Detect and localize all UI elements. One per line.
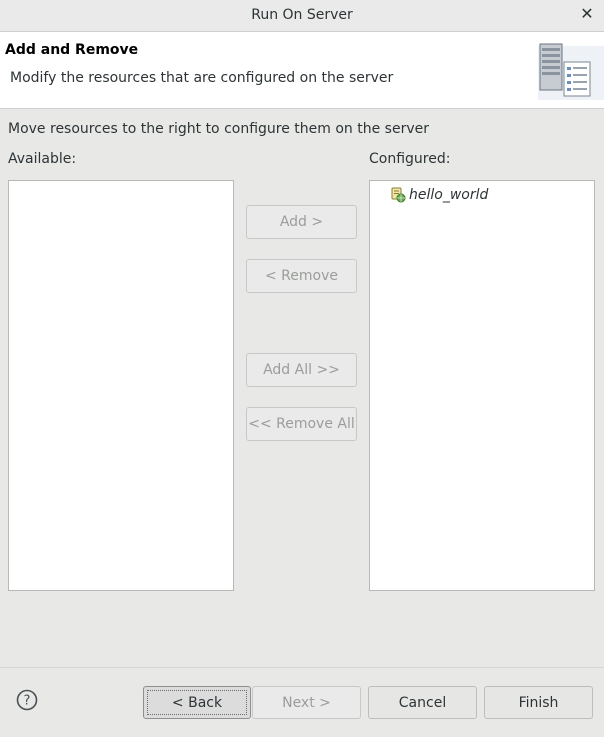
available-label: Available: bbox=[8, 151, 77, 167]
back-button[interactable]: < Back bbox=[143, 686, 251, 719]
remove-button[interactable]: < Remove bbox=[246, 259, 357, 293]
wizard-banner: Add and Remove Modify the resources that… bbox=[0, 32, 604, 109]
available-list[interactable] bbox=[8, 180, 234, 591]
next-button[interactable]: Next > bbox=[252, 686, 361, 719]
window-title: Run On Server bbox=[251, 7, 353, 23]
footer-separator bbox=[0, 667, 604, 668]
add-all-button[interactable]: Add All >> bbox=[246, 353, 357, 387]
add-button[interactable]: Add > bbox=[246, 205, 357, 239]
page-heading: Add and Remove bbox=[5, 42, 139, 58]
web-project-icon bbox=[391, 187, 406, 203]
finish-button[interactable]: Finish bbox=[484, 686, 593, 719]
focus-ring bbox=[147, 690, 247, 715]
list-item[interactable]: hello_world bbox=[390, 185, 488, 205]
close-icon[interactable]: ✕ bbox=[577, 4, 597, 26]
instruction-text: Move resources to the right to configure… bbox=[8, 121, 429, 137]
server-wizard-icon bbox=[538, 43, 604, 100]
page-description: Modify the resources that are configured… bbox=[10, 70, 394, 86]
configured-list[interactable]: hello_world bbox=[369, 180, 595, 591]
title-bar: Run On Server ✕ bbox=[0, 0, 604, 32]
svg-text:?: ? bbox=[24, 694, 31, 709]
project-label: hello_world bbox=[409, 187, 489, 203]
remove-all-button[interactable]: << Remove All bbox=[246, 407, 357, 441]
cancel-button[interactable]: Cancel bbox=[368, 686, 477, 719]
configured-label: Configured: bbox=[369, 151, 451, 167]
help-icon[interactable]: ? bbox=[16, 689, 38, 711]
